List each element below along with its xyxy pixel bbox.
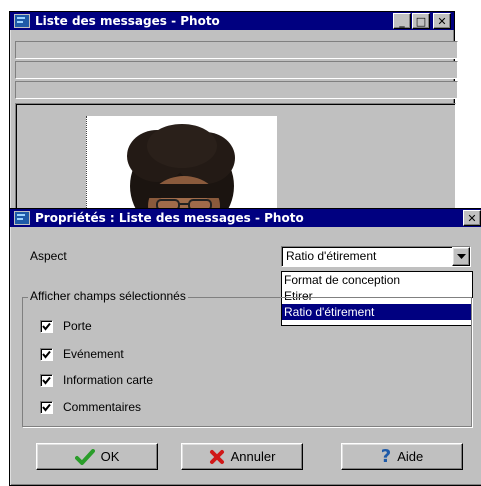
maximize-button[interactable]: □ (412, 13, 430, 29)
photo-panel (15, 103, 456, 213)
ok-check-icon (74, 448, 95, 465)
app-icon (14, 14, 30, 28)
checkmark-icon (42, 376, 51, 385)
fields-group-label: Afficher champs sélectionnés (28, 289, 188, 303)
photo-window-titlebar[interactable]: Liste des messages - Photo _ □ ✕ (10, 12, 454, 30)
close-button[interactable]: ✕ (433, 13, 451, 29)
aspect-select-value: Ratio d'étirement (286, 249, 377, 263)
toolbar-strip-3 (15, 81, 458, 99)
checkbox-label: Evénement (63, 347, 124, 361)
minimize-button[interactable]: _ (393, 13, 411, 29)
checkbox-label: Porte (63, 319, 92, 333)
checkbox-box[interactable] (40, 347, 53, 361)
ok-button-label: OK (100, 449, 120, 464)
checkbox-information-carte[interactable]: Information carte (40, 373, 153, 387)
photo-window: Liste des messages - Photo _ □ ✕ (9, 11, 458, 213)
checkbox-label: Information carte (63, 373, 154, 387)
photo-window-title: Liste des messages - Photo (35, 14, 220, 28)
checkmark-icon (42, 403, 51, 412)
aspect-label: Aspect (30, 249, 67, 263)
dialog-close-button[interactable]: ✕ (463, 210, 481, 226)
dialog-titlebar[interactable]: Propriétés : Liste des messages - Photo … (10, 209, 481, 227)
cancel-x-icon (209, 449, 224, 464)
help-button[interactable]: ? Aide (341, 443, 463, 470)
portrait-photo (127, 124, 235, 212)
checkbox-box[interactable] (40, 373, 53, 387)
checkmark-icon (42, 350, 51, 359)
chevron-down-icon[interactable] (452, 247, 470, 266)
toolbar-strip-2 (15, 61, 458, 79)
help-question-icon: ? (380, 446, 392, 467)
checkbox-commentaires[interactable]: Commentaires (40, 400, 141, 414)
option-format-de-conception[interactable]: Format de conception (282, 272, 472, 288)
dialog-title: Propriétés : Liste des messages - Photo (35, 211, 304, 225)
cancel-button-label: Annuler (230, 449, 276, 464)
ok-button[interactable]: OK (36, 443, 158, 470)
checkbox-label: Commentaires (63, 400, 142, 414)
aspect-select[interactable]: Ratio d'étirement (281, 246, 471, 267)
checkbox-evenement[interactable]: Evénement (40, 347, 124, 361)
help-button-label: Aide (397, 449, 424, 464)
photo-frame (86, 116, 277, 212)
toolbar-strip-1 (15, 41, 458, 59)
checkbox-box[interactable] (40, 400, 53, 414)
cancel-button[interactable]: Annuler (181, 443, 303, 470)
checkbox-porte[interactable]: Porte (40, 319, 92, 333)
checkbox-box[interactable] (40, 319, 53, 333)
app-icon (14, 211, 30, 225)
checkmark-icon (42, 322, 51, 331)
